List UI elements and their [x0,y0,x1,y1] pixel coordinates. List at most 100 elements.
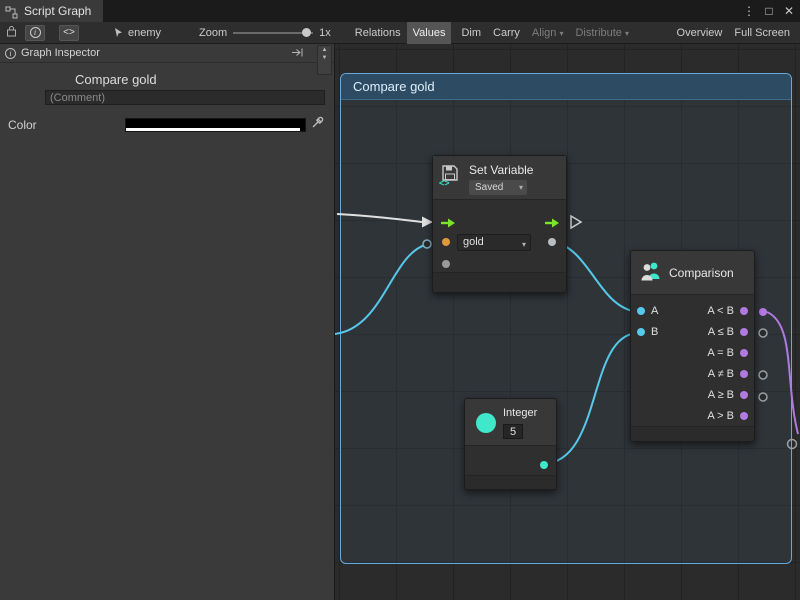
output-label: A ≠ B [708,368,734,380]
window-menu-icon[interactable]: ⋮ [742,4,756,18]
integer-title: Integer [503,407,537,419]
carry-button[interactable]: Carry [487,22,526,44]
variable-badge-icon: <> [439,178,450,188]
integer-value-field[interactable]: 5 [503,424,523,439]
bool-wire [767,312,798,434]
code-view-button[interactable]: <> [59,25,79,41]
overview-button[interactable]: Overview [671,22,729,44]
graph-inspector-panel: i Graph Inspector ▲ ▼ Compare gold Color [0,44,335,600]
output-label: A < B [707,305,734,317]
output-less-port[interactable] [740,307,748,315]
output-greater-port[interactable] [740,412,748,420]
comparison-title: Comparison [669,266,734,280]
node-set-variable[interactable]: <> Set Variable Saved ▾ gold ▾ [432,155,567,293]
cmp-notequal-ext-port[interactable] [759,371,767,379]
flow-out-port[interactable] [571,216,581,228]
graph-owner[interactable]: enemy [113,27,161,39]
variable-kind-dropdown[interactable]: Saved ▾ [469,180,527,195]
cmp-less-ext-port[interactable] [759,308,767,316]
comment-input[interactable] [45,90,325,105]
variable-name-dropdown[interactable]: gold ▾ [457,234,531,251]
zoom-value: 1x [313,22,337,44]
chevron-down-icon: ▾ [522,237,526,252]
comparison-row: A > B [631,406,754,427]
tab-script-graph[interactable]: Script Graph [0,0,103,22]
relations-button[interactable]: Relations [349,22,407,44]
scroll-up-icon[interactable]: ▲ [322,46,328,54]
scroll-down-icon[interactable]: ▼ [322,54,328,62]
output-notequal-port[interactable] [740,370,748,378]
output-equal-port[interactable] [740,349,748,357]
dim-button[interactable]: Dim [455,22,487,44]
flow-wire [337,214,422,222]
value-wire-left [335,245,425,334]
value-wire-b [543,333,637,464]
setvar-left-port[interactable] [423,240,431,248]
integer-output-port[interactable] [540,461,548,469]
comparison-header[interactable]: Comparison [631,251,754,295]
input-b-label: B [651,326,658,338]
output-label: A ≥ B [708,389,734,401]
inspector-header: i Graph Inspector ▲ ▼ [0,44,334,63]
comparison-footer [631,426,754,441]
comparison-row: B A ≤ B [631,322,754,343]
dock-icon[interactable] [291,47,304,61]
integer-footer [465,475,556,489]
inspector-header-label: Graph Inspector [21,47,100,59]
info-icon: i [5,48,16,59]
flow-in-arrow[interactable] [441,216,456,234]
comparison-icon [639,260,663,287]
setvar-header[interactable]: <> Set Variable Saved ▾ [433,156,566,200]
tab-label: Script Graph [24,4,91,18]
color-swatch[interactable] [125,118,306,132]
integer-icon [476,413,496,433]
lock-icon[interactable] [6,25,17,40]
maximize-icon[interactable]: □ [762,4,776,18]
graph-title: Compare gold [75,72,157,87]
node-integer[interactable]: Integer 5 [464,398,557,490]
owner-icon [113,27,124,38]
distribute-dropdown[interactable]: Distribute ▾ [569,22,635,44]
inspector-toggle-button[interactable]: i [25,25,45,41]
color-label: Color [8,118,37,132]
variable-kind-value: Saved [475,182,503,193]
chevron-down-icon: ▾ [519,180,523,195]
output-label: A = B [707,347,734,359]
values-button[interactable]: Values [407,22,452,44]
close-icon[interactable]: ✕ [782,4,796,18]
offscreen-port[interactable] [788,440,797,449]
graph-canvas[interactable]: Compare gold <> Set Variable [335,44,800,600]
output-label: A > B [707,410,734,422]
comparison-row: A = B [631,343,754,364]
zoom-slider-handle[interactable] [302,28,311,37]
graph-toolbar: i <> enemy Zoom 1x Relations Values Dim … [0,22,800,44]
comparison-row: A ≥ B [631,385,754,406]
zoom-label: Zoom [193,22,233,44]
cmp-greaterequal-ext-port[interactable] [759,393,767,401]
title-bar: Script Graph ⋮ □ ✕ [0,0,800,22]
fullscreen-button[interactable]: Full Screen [728,22,796,44]
align-dropdown[interactable]: Align ▾ [526,22,570,44]
zoom-slider[interactable] [233,22,313,44]
output-label: A ≤ B [708,326,734,338]
cmp-lessequal-ext-port[interactable] [759,329,767,337]
node-comparison[interactable]: Comparison A A < B B A ≤ B A = B A ≠ B [630,250,755,442]
chevron-down-icon: ▾ [625,29,629,38]
integer-header[interactable]: Integer 5 [465,399,556,446]
output-greaterequal-port[interactable] [740,391,748,399]
scroll-stepper[interactable]: ▲ ▼ [317,45,332,75]
name-port[interactable] [442,238,450,246]
input-a-label: A [651,305,658,317]
eyedropper-icon[interactable] [311,116,324,134]
input-b-port[interactable] [637,328,645,336]
setvar-output-port[interactable] [548,238,556,246]
flow-out-arrow[interactable] [545,216,560,234]
comparison-row: A ≠ B [631,364,754,385]
value-port[interactable] [442,260,450,268]
distribute-label: Distribute [575,27,621,39]
output-lessequal-port[interactable] [740,328,748,336]
comparison-row: A A < B [631,301,754,322]
input-a-port[interactable] [637,307,645,315]
alpha-bar [126,128,300,131]
owner-name: enemy [128,27,161,39]
